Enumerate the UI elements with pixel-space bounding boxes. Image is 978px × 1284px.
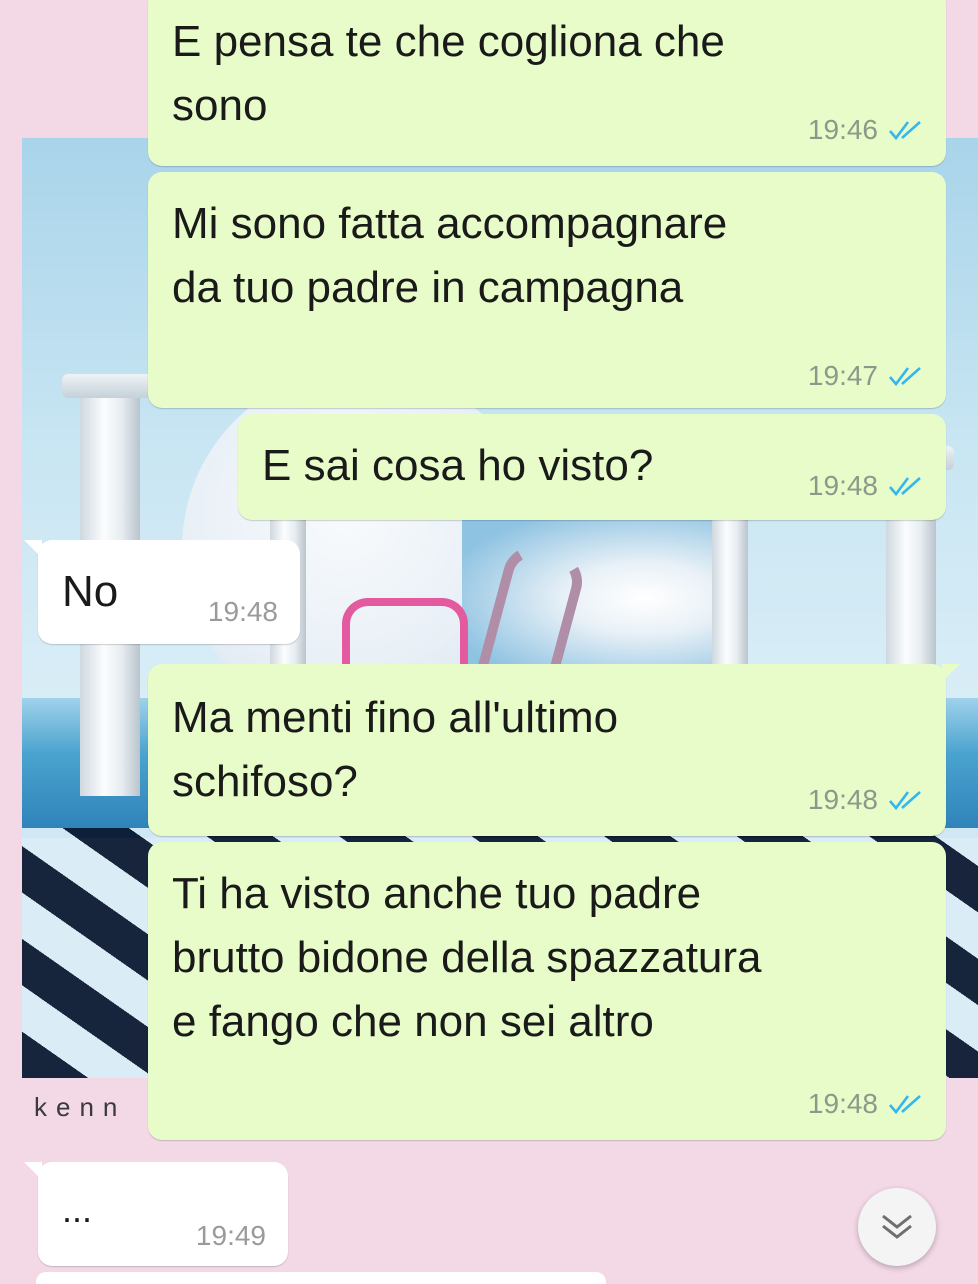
message-time: 19:48 (807, 470, 878, 501)
bubble-tail (24, 1162, 42, 1180)
outgoing-message[interactable]: E sai cosa ho visto? 19:48 (238, 414, 946, 520)
message-text: No (62, 567, 119, 616)
message-meta: 19:48 (208, 596, 278, 628)
message-meta: 19:48 (808, 470, 924, 502)
bubble-tail (24, 540, 42, 558)
incoming-message[interactable]: No 19:48 (24, 540, 300, 644)
next-message-edge (36, 1272, 606, 1284)
message-time: 19:48 (807, 1088, 878, 1119)
double-check-icon (889, 121, 921, 141)
scroll-to-bottom-button[interactable] (858, 1188, 936, 1266)
message-time: 19:46 (807, 114, 878, 145)
message-meta: 19:47 (808, 360, 924, 392)
message-meta: 19:48 (808, 1088, 924, 1120)
message-meta: 19:46 (808, 114, 924, 146)
outgoing-message[interactable]: E pensa te che cogliona che sono 19:46 (148, 0, 946, 166)
message-text: Ma menti fino all'ultimo schifoso? (172, 693, 619, 806)
bubble-tail (942, 664, 960, 682)
outgoing-message[interactable]: Ti ha visto anche tuo padre brutto bidon… (148, 842, 946, 1140)
chevron-down-double-icon (882, 1214, 912, 1239)
wallpaper-column (694, 496, 766, 678)
double-check-icon (889, 791, 921, 811)
message-text: ... (62, 1189, 93, 1230)
message-text: Mi sono fatta accompagnare da tuo padre … (172, 199, 728, 312)
message-meta: 19:48 (808, 784, 924, 816)
double-check-icon (889, 477, 921, 497)
double-check-icon (889, 367, 921, 387)
message-time: 19:48 (207, 596, 278, 627)
double-check-icon (889, 1095, 921, 1115)
incoming-message[interactable]: ... 19:49 (24, 1162, 288, 1266)
wallpaper-label: kenn (34, 1092, 127, 1122)
message-text: Ti ha visto anche tuo padre brutto bidon… (172, 869, 762, 1046)
message-meta: 19:49 (196, 1220, 266, 1252)
message-text: E sai cosa ho visto? (262, 441, 654, 490)
message-time: 19:47 (807, 360, 878, 391)
message-text: E pensa te che cogliona che sono (172, 17, 725, 130)
outgoing-message[interactable]: Ma menti fino all'ultimo schifoso? 19:48 (148, 664, 960, 836)
outgoing-message[interactable]: Mi sono fatta accompagnare da tuo padre … (148, 172, 946, 408)
message-time: 19:48 (807, 784, 878, 815)
message-time: 19:49 (195, 1220, 266, 1251)
